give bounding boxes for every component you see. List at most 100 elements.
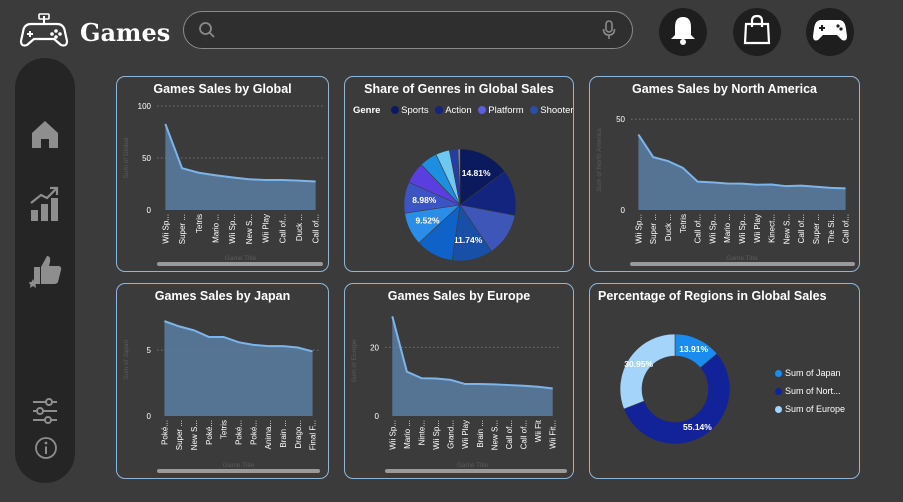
x-tick-label: Wii Play — [753, 214, 762, 243]
area-fill — [165, 123, 316, 210]
y-tick-label: 100 — [138, 102, 152, 111]
x-tick-label: Wii Sp... — [634, 214, 643, 244]
pie-slice — [619, 333, 676, 410]
area-fill — [392, 316, 553, 416]
legend-item-japan: Sum of Japan — [775, 368, 841, 378]
horizontal-scrollbar — [157, 262, 323, 266]
x-tick-label: Call of... — [278, 214, 287, 243]
legend-label: Sum of Nort... — [785, 386, 841, 396]
donut-chart-regions: 13.91% 55.14% 30.95% — [619, 333, 731, 445]
x-tick-label: Wii Play — [461, 420, 470, 449]
x-tick-label: Poké... — [249, 420, 258, 445]
y-tick-label: 20 — [370, 343, 379, 352]
x-axis-title: Game Title — [726, 255, 758, 262]
legend-item-europe: Sum of Europe — [775, 404, 845, 414]
x-tick-label: Call of... — [797, 214, 806, 243]
area-fill — [638, 134, 846, 210]
y-tick-label: 0 — [621, 206, 626, 215]
legend-swatch — [775, 388, 782, 395]
x-tick-label: Tetris — [195, 214, 204, 233]
gamepad-logo-icon — [18, 10, 70, 50]
area-chart-global: 0 50 100 Wii Sp... Super ... Tetris Mario ... W… — [123, 102, 324, 266]
y-tick-label: 0 — [147, 412, 152, 421]
x-tick-label: Wii Sp... — [432, 420, 441, 450]
shopping-bag-icon — [742, 14, 772, 51]
data-label: 9.52% — [415, 216, 440, 226]
info-icon[interactable] — [34, 436, 58, 465]
x-tick-label: Call of... — [505, 420, 514, 449]
x-tick-label: Duck ... — [295, 214, 304, 241]
microphone-icon[interactable] — [602, 20, 616, 45]
x-tick-label: Poké... — [235, 420, 244, 445]
x-tick-label: New S... — [190, 420, 199, 450]
y-axis-title: Sum of Global — [123, 137, 130, 179]
x-tick-label: Wii Sp... — [738, 214, 747, 244]
x-tick-label: Wii Fit... — [549, 420, 558, 449]
y-axis-title: Sum of North America — [596, 128, 603, 192]
y-tick-label: 50 — [616, 115, 625, 124]
area-chart-europe: 0 20 Wii Sp... Mario ... Ninte... Wii Sp... Gr… — [351, 316, 567, 473]
bell-icon — [668, 14, 698, 51]
legend-swatch — [775, 370, 782, 377]
thumbs-up-icon[interactable] — [28, 253, 65, 294]
x-tick-label: Duck ... — [664, 214, 673, 241]
x-tick-label: Grand... — [447, 420, 456, 449]
pie-chart-genres: 14.81% 11.74% 9.52% 8.98% — [403, 148, 517, 262]
chart-card-na: Games Sales by North America 0 50 Wii Sp..… — [589, 76, 860, 272]
x-tick-label: Tetris — [220, 420, 229, 439]
x-tick-label: Mario ... — [403, 420, 412, 449]
y-axis-title: Sum of Europe — [351, 339, 358, 383]
search-icon — [198, 21, 216, 44]
bell-button[interactable] — [659, 8, 707, 56]
gamepad-icon — [812, 17, 848, 48]
chart-card-genres: Share of Genres in Global Sales Genre Sp… — [344, 76, 574, 272]
x-tick-label: Mario ... — [723, 214, 732, 243]
gamepad-button[interactable] — [806, 8, 854, 56]
data-label: 55.14% — [683, 422, 712, 432]
app-title: Games — [80, 18, 171, 47]
x-tick-label: Super ... — [178, 214, 187, 244]
x-tick-label: The Si... — [827, 214, 836, 244]
x-tick-label: Wii Sp... — [161, 214, 170, 244]
x-tick-label: Super ... — [649, 214, 658, 244]
data-label: 14.81% — [462, 168, 491, 178]
x-tick-label: Super ... — [812, 214, 821, 244]
shopping-bag-button[interactable] — [733, 8, 781, 56]
x-tick-label: Ninte... — [417, 420, 426, 445]
x-tick-label: New S... — [490, 420, 499, 450]
search-input[interactable] — [224, 19, 588, 43]
data-label: 8.98% — [412, 195, 437, 205]
horizontal-scrollbar — [630, 262, 855, 266]
legend-item-north-america: Sum of Nort... — [775, 386, 841, 396]
legend-swatch — [775, 406, 782, 413]
x-tick-label: Super ... — [175, 420, 184, 450]
x-tick-label: Wii Sp... — [708, 214, 717, 244]
x-tick-label: Call of... — [312, 214, 321, 243]
x-tick-label: Tetris — [679, 214, 688, 233]
chart-card-global: Games Sales by Global 0 50 100 Wii Sp... Sup… — [116, 76, 329, 272]
horizontal-scrollbar — [385, 469, 567, 473]
growth-chart-icon[interactable] — [29, 186, 61, 227]
chart-card-japan: Games Sales by Japan 0 5 Poké... Super ... N… — [116, 283, 329, 479]
x-tick-label: Wii Play — [262, 214, 271, 243]
horizontal-scrollbar — [157, 469, 320, 473]
x-tick-label: Drago... — [294, 420, 303, 448]
y-tick-label: 5 — [147, 346, 152, 355]
chart-card-regions: Percentage of Regions in Global Sales 13… — [589, 283, 860, 479]
search-bar[interactable] — [183, 11, 633, 49]
x-tick-label: Wii Sp... — [388, 420, 397, 450]
legend-label: Sum of Europe — [785, 404, 846, 414]
data-label: 30.95% — [624, 359, 653, 369]
sidebar — [15, 58, 75, 483]
top-bar: Games — [0, 0, 903, 60]
home-icon[interactable] — [29, 118, 61, 155]
x-axis-title: Game Title — [225, 255, 257, 262]
legend-label: Sum of Japan — [785, 368, 841, 378]
settings-sliders-icon[interactable] — [31, 398, 59, 429]
x-tick-label: Kinect... — [768, 214, 777, 243]
x-axis-title: Game Title — [223, 462, 255, 469]
x-tick-label: Mario ... — [211, 214, 220, 243]
y-tick-label: 0 — [375, 412, 380, 421]
x-tick-label: Wii Sp... — [228, 214, 237, 244]
x-tick-label: Brain ... — [279, 420, 288, 448]
